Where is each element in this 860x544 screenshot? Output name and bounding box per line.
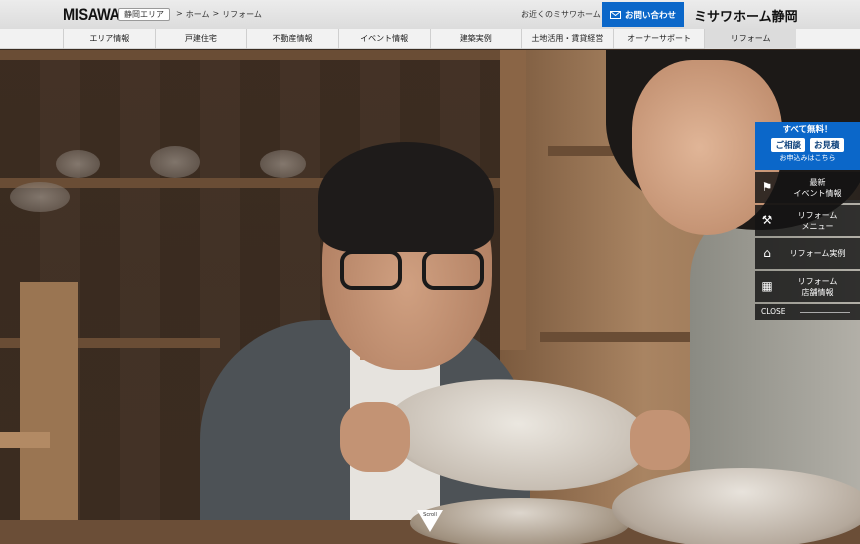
estimate-pill: お見積: [810, 138, 844, 152]
nav-item-area[interactable]: エリア情報: [63, 29, 155, 49]
bowl: [56, 150, 100, 178]
free-title: すべて無料！: [782, 125, 833, 135]
floating-side-panel: すべて無料！ ご相談 お見積 お申込みはこちら ⚑ 最新 イベント情報 ⚒ リフォ…: [755, 122, 860, 320]
glasses: [340, 250, 490, 294]
apply-here-text: お申込みはこちら: [779, 154, 836, 162]
nav-item-reform[interactable]: リフォーム: [704, 29, 796, 49]
nav-item-examples[interactable]: 建築実例: [429, 29, 522, 49]
shelf-post: [500, 50, 526, 350]
side-item-label: 店舗情報: [801, 287, 834, 297]
brand-name[interactable]: ミサワホーム静岡: [694, 6, 798, 25]
misawa-logo[interactable]: MISAWA: [63, 5, 120, 25]
flag-icon: ⚑: [761, 180, 773, 194]
side-item-store-info[interactable]: ▦ リフォーム 店舗情報: [755, 271, 860, 302]
site-header: MISAWA 静岡エリア > ホーム > リフォーム お近くのミサワホーム お問…: [0, 0, 860, 29]
breadcrumb-separator: >: [176, 9, 183, 18]
man-hair: [318, 142, 494, 252]
side-item-label: リフォーム: [797, 210, 838, 220]
nav-item-events[interactable]: イベント情報: [337, 29, 430, 49]
nav-item-detached-house[interactable]: 戸建住宅: [154, 29, 247, 49]
breadcrumb-home[interactable]: ホーム: [186, 9, 210, 20]
global-nav: エリア情報 戸建住宅 不動産情報 イベント情報 建築実例 土地活用・賃貸経営 オ…: [0, 29, 860, 49]
consultation-pill: ご相談: [771, 138, 805, 152]
breadcrumb-separator: >: [212, 9, 220, 18]
side-item-label: 最新: [809, 177, 826, 187]
nav-item-real-estate[interactable]: 不動産情報: [246, 29, 338, 49]
store-icon: ▦: [761, 279, 773, 293]
side-item-label: リフォーム: [797, 276, 838, 286]
free-consultation-banner[interactable]: すべて無料！ ご相談 お見積 お申込みはこちら: [755, 122, 860, 170]
contact-button[interactable]: お問い合わせ: [602, 2, 684, 27]
wooden-chair: [0, 282, 90, 544]
breadcrumb: > ホーム > リフォーム: [176, 9, 262, 20]
nearby-misawa-link[interactable]: お近くのミサワホーム: [521, 9, 601, 20]
mail-icon: [609, 10, 621, 19]
area-badge: 静岡エリア: [118, 8, 170, 21]
bowl: [260, 150, 306, 178]
breadcrumb-current: リフォーム: [222, 10, 262, 19]
nav-item-owner-support[interactable]: オーナーサポート: [612, 29, 705, 49]
contact-label: お問い合わせ: [624, 10, 676, 21]
bowl: [150, 146, 200, 178]
scroll-indicator[interactable]: Scroll: [415, 510, 445, 532]
hero-image: [0, 50, 860, 544]
close-button[interactable]: CLOSE: [755, 304, 860, 320]
side-item-label: イベント情報: [793, 188, 842, 198]
side-item-events[interactable]: ⚑ 最新 イベント情報: [755, 172, 860, 203]
plate-stack: [612, 468, 860, 544]
nav-item-land-use[interactable]: 土地活用・賃貸経営: [521, 29, 613, 49]
bowl: [10, 182, 70, 212]
tools-icon: ⚒: [761, 213, 773, 227]
shelf-plank: [0, 50, 500, 60]
side-item-label: メニュー: [801, 221, 834, 231]
house-icon: ⌂: [763, 246, 771, 260]
side-item-label: リフォーム実例: [789, 249, 846, 258]
shelf-plank: [540, 332, 700, 342]
side-item-reform-menu[interactable]: ⚒ リフォーム メニュー: [755, 205, 860, 236]
hand: [340, 402, 410, 472]
side-item-reform-examples[interactable]: ⌂ リフォーム実例: [755, 238, 860, 269]
scroll-label: Scroll: [423, 512, 437, 518]
hand: [630, 410, 690, 470]
